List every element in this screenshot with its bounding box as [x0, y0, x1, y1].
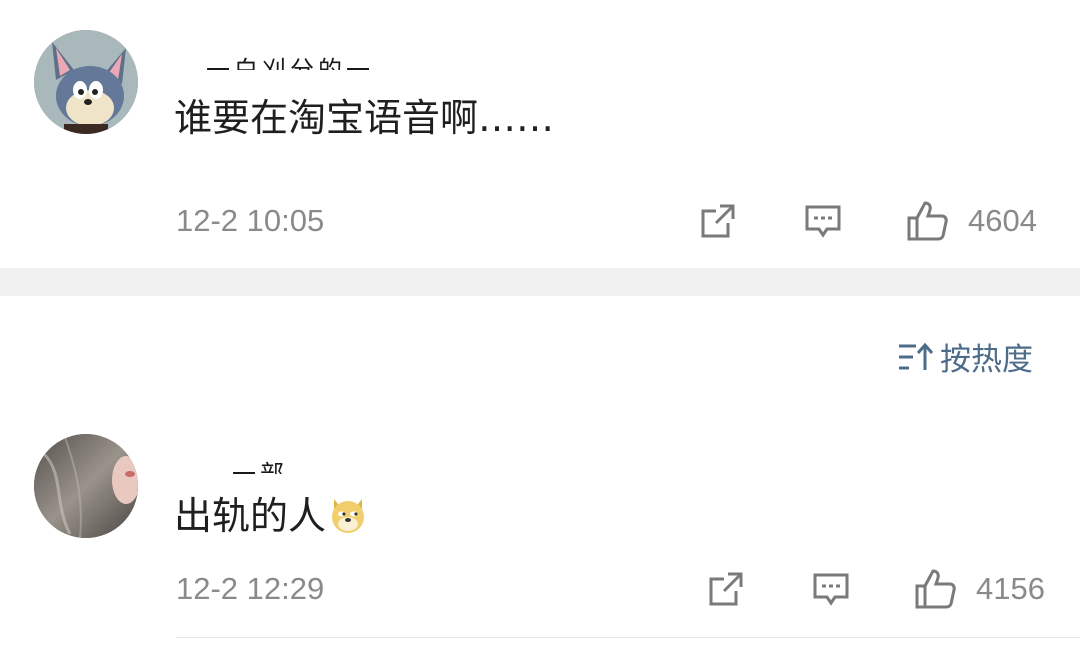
- like-button[interactable]: [905, 199, 949, 243]
- share-button[interactable]: [704, 567, 748, 611]
- sort-by-hot-button[interactable]: 按热度: [896, 334, 1033, 379]
- sort-label: 按热度: [940, 342, 1033, 378]
- thumbs-up-icon: [915, 569, 956, 609]
- comment-time: 12-2 10:05: [176, 203, 325, 238]
- comment-text-content: 出轨的人: [174, 494, 327, 538]
- comment-list: 一白刈分的一 谁要在淘宝语音啊…… 12-2 10:05 4604 按热度 一部…: [0, 0, 1080, 648]
- username[interactable]: 一白刈分的一: [206, 56, 374, 70]
- row-divider: [176, 637, 1080, 638]
- doge-emoji: [332, 499, 365, 533]
- username[interactable]: 一部: [232, 460, 288, 474]
- sort-icon: [899, 342, 934, 370]
- avatar[interactable]: [34, 30, 138, 134]
- comment-item: 一白刈分的一 谁要在淘宝语音啊…… 12-2 10:05 4604: [0, 0, 1080, 268]
- comment-time: 12-2 12:29: [176, 571, 325, 606]
- like-button[interactable]: [913, 567, 957, 611]
- comment-icon: [813, 573, 849, 606]
- share-button[interactable]: [696, 199, 740, 243]
- comment-item: 一部 出轨的人 12-2 12:29 4156: [0, 404, 1080, 648]
- comment-button[interactable]: [801, 199, 845, 243]
- avatar[interactable]: [34, 434, 138, 538]
- share-icon: [701, 204, 735, 238]
- comment-icon: [805, 205, 841, 238]
- share-icon: [709, 572, 743, 606]
- comment-text: 谁要在淘宝语音啊……: [174, 96, 555, 140]
- comment-button[interactable]: [809, 567, 853, 611]
- like-count: 4156: [976, 571, 1045, 606]
- section-divider: [0, 268, 1080, 296]
- comment-text: 出轨的人: [174, 494, 368, 538]
- like-count: 4604: [968, 203, 1037, 238]
- thumbs-up-icon: [907, 201, 948, 241]
